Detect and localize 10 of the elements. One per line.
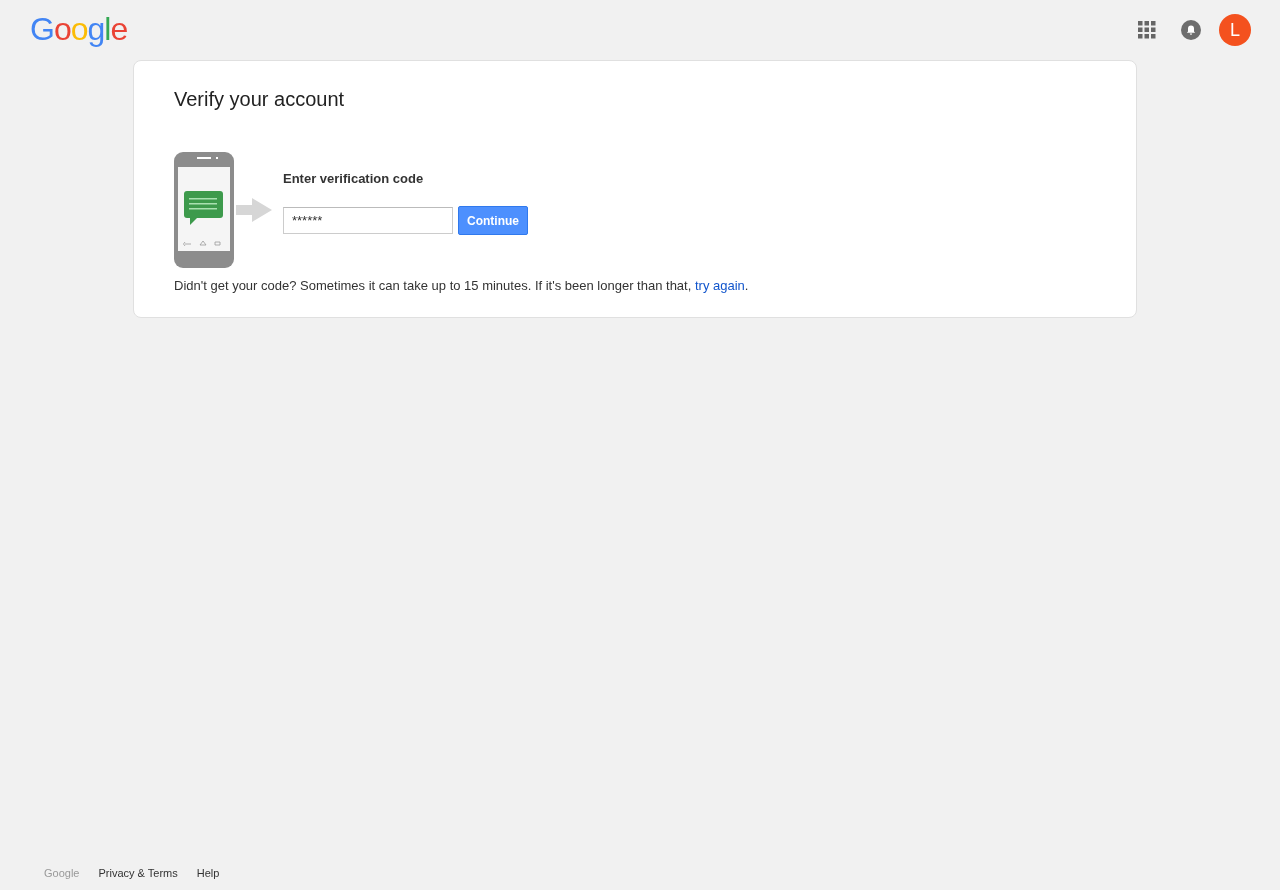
notifications-bell-icon[interactable]	[1181, 20, 1201, 40]
field-label: Enter verification code	[283, 171, 424, 186]
footer-brand: Google	[44, 867, 80, 879]
footer-link[interactable]: Help	[196, 867, 220, 879]
resend-hint-text: Didn't get your code? Sometimes it can take up to 15 minutes. If it's been longer than that, try again.	[174, 278, 749, 293]
apps-grid-icon[interactable]	[1138, 21, 1156, 39]
try-again-link[interactable]: try again	[694, 278, 745, 293]
footer-link[interactable]: Privacy & Terms	[98, 867, 178, 879]
verification-code-field[interactable]: ******	[283, 207, 453, 234]
page-title: Verify your account	[174, 87, 345, 112]
